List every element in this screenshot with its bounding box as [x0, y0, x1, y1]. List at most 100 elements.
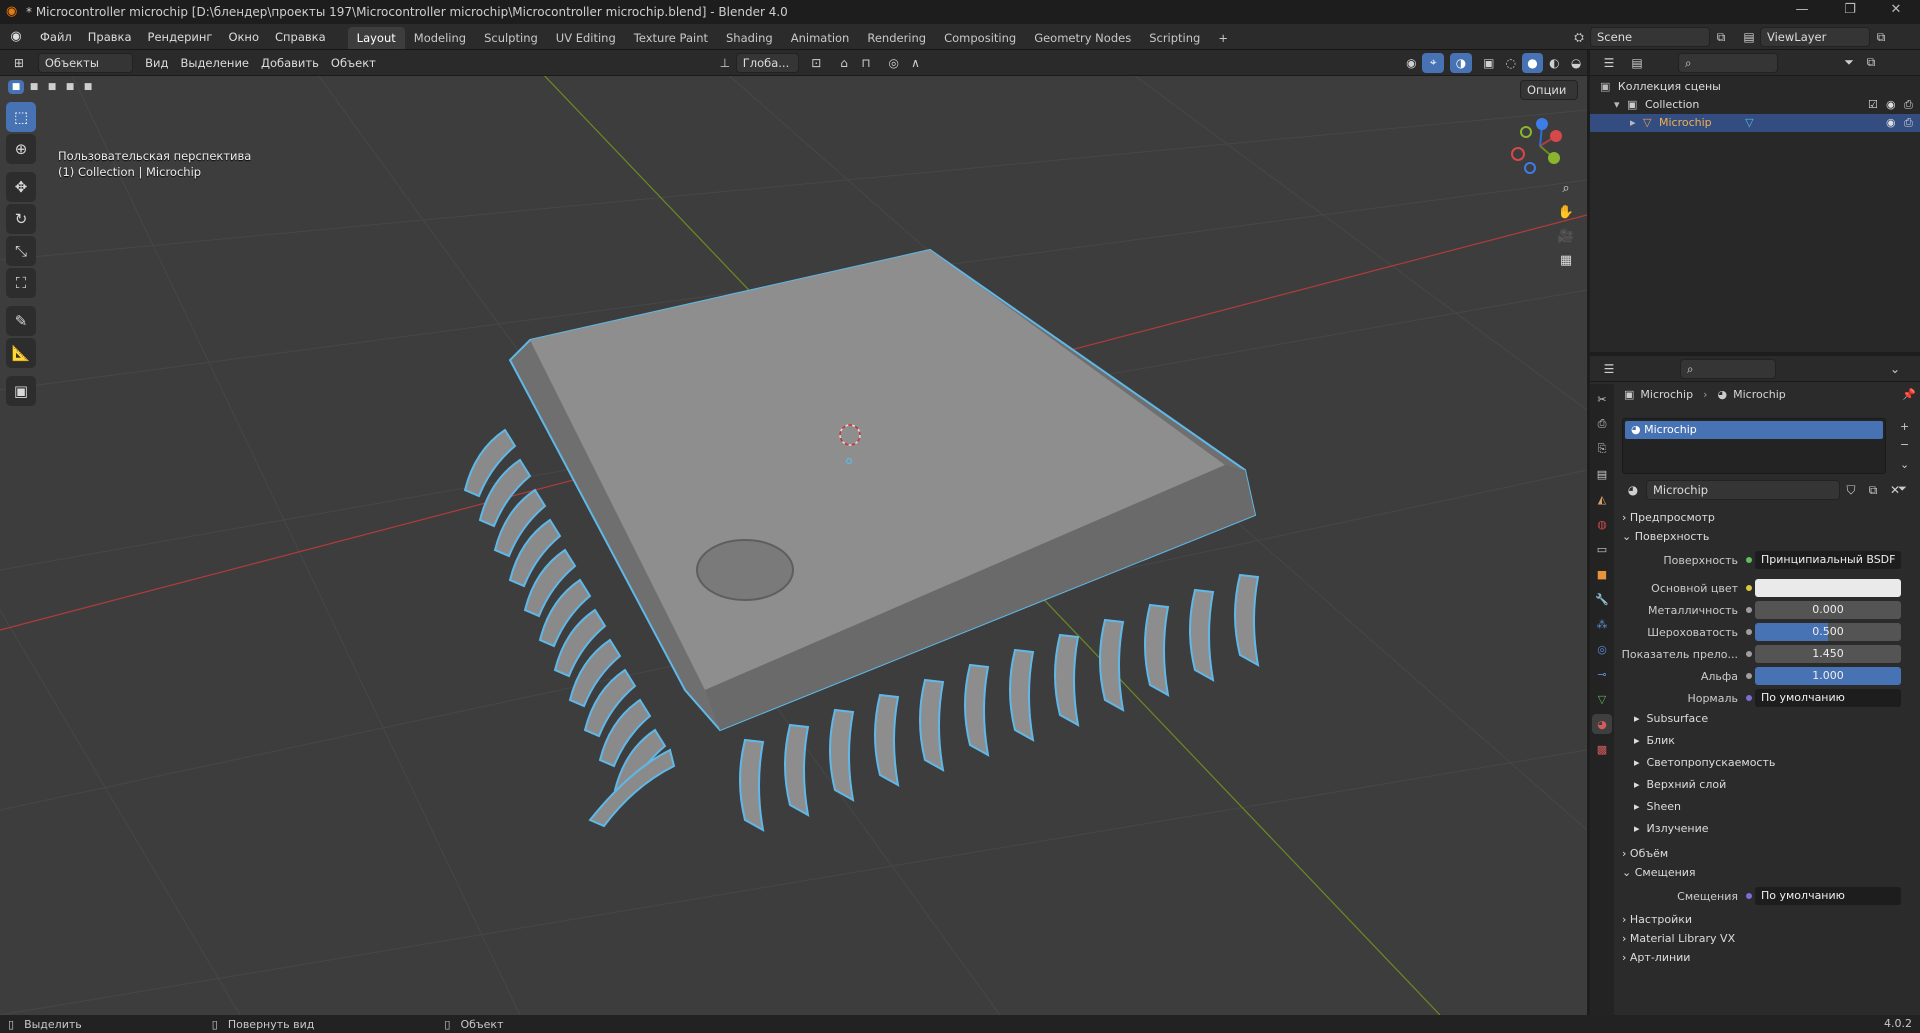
material-tab-icon[interactable]: ◕ — [1592, 714, 1612, 734]
move-tool-icon[interactable]: ✥ — [6, 172, 36, 202]
overlay-toggle-icon[interactable]: ◑ — [1450, 52, 1472, 73]
material-shading-icon[interactable]: ◐ — [1543, 53, 1565, 73]
pan-hand-icon[interactable]: ✋ — [1553, 200, 1579, 224]
tab-compositing[interactable]: Compositing — [935, 27, 1025, 49]
tab-shading[interactable]: Shading — [717, 27, 782, 49]
solid-shading-icon[interactable]: ● — [1521, 52, 1544, 73]
menu-render[interactable]: Рендеринг — [140, 24, 221, 50]
ior-field[interactable]: 1.450 — [1755, 645, 1901, 663]
menu-object[interactable]: Объект — [325, 53, 382, 73]
view-layer-icon[interactable]: ▤ — [1738, 27, 1760, 47]
section-preview[interactable]: › Предпросмотр — [1622, 508, 1715, 528]
scale-tool-icon[interactable]: ⤡ — [6, 236, 36, 266]
filter-icon[interactable]: ⏷ — [1838, 53, 1860, 73]
tab-geometry-nodes[interactable]: Geometry Nodes — [1025, 27, 1140, 49]
add-slot-icon[interactable]: + — [1900, 420, 1909, 433]
select-mode-invert-icon[interactable]: ■ — [62, 80, 78, 94]
surface-shader-selector[interactable]: Принципиальный BSDF — [1755, 551, 1901, 569]
tab-texture-paint[interactable]: Texture Paint — [625, 27, 717, 49]
outliner-search-input[interactable]: ⌕ — [1678, 52, 1778, 73]
mode-selector[interactable]: Объекты — [37, 52, 134, 73]
microchip-body[interactable] — [508, 248, 1257, 732]
falloff-icon[interactable]: ∧ — [905, 53, 927, 73]
annotate-tool-icon[interactable]: ✎ — [6, 306, 36, 336]
eye-icon[interactable]: ◉ — [1886, 96, 1896, 114]
subsection-sheen[interactable]: ▸ Sheen — [1634, 798, 1681, 816]
properties-search-input[interactable]: ⌕ — [1680, 358, 1776, 379]
section-line-art[interactable]: › Арт-линии — [1622, 948, 1690, 968]
select-mode-subtract-icon[interactable]: ■ — [44, 80, 60, 94]
browse-material-icon[interactable]: ◕ — [1622, 480, 1644, 500]
gizmo-y-icon[interactable] — [1548, 152, 1560, 164]
3d-viewport[interactable]: ⊞ Объекты Вид Выделение Добавить Объект … — [0, 50, 1587, 1015]
snap-target-icon[interactable]: ⊓ — [855, 53, 877, 73]
snap-icon[interactable]: ⌂ — [833, 53, 855, 73]
subsection-specular[interactable]: ▸ Блик — [1634, 732, 1675, 750]
gizmo-z-icon[interactable] — [1536, 118, 1548, 130]
world-tab-icon[interactable]: ◍ — [1592, 514, 1612, 534]
collapse-icon[interactable]: ⌄ — [1884, 359, 1906, 379]
editor-type-icon[interactable]: ⊞ — [8, 53, 30, 73]
close-button[interactable]: ✕ — [1874, 2, 1918, 22]
slot-menu-icon[interactable]: ⌄ — [1900, 458, 1909, 471]
pin-icon[interactable]: 📌 — [1902, 388, 1916, 401]
tab-uv-editing[interactable]: UV Editing — [547, 27, 625, 49]
mesh-data-icon[interactable]: ▽ — [1745, 116, 1753, 129]
duplicate-material-icon[interactable]: ⧉ — [1862, 480, 1884, 500]
add-workspace-button[interactable]: + — [1209, 27, 1237, 49]
tab-layout[interactable]: Layout — [347, 26, 405, 49]
data-tab-icon[interactable]: ▽ — [1592, 689, 1612, 709]
menu-select[interactable]: Выделение — [175, 53, 256, 73]
object-tab-icon[interactable]: ■ — [1592, 564, 1612, 584]
camera-view-icon[interactable]: 🎥 — [1553, 224, 1579, 248]
expand-arrow-icon[interactable]: ▾ — [1614, 98, 1620, 111]
view-layer-selector[interactable]: ViewLayer — [1760, 27, 1870, 47]
ortho-grid-icon[interactable]: ▦ — [1553, 248, 1579, 272]
tab-rendering[interactable]: Rendering — [858, 27, 935, 49]
outliner-object-microchip[interactable]: ▸ ▽ Microchip ▽ ◉ ⎙ — [1590, 114, 1920, 132]
gizmo-x-icon[interactable] — [1550, 130, 1562, 142]
base-color-swatch[interactable] — [1755, 579, 1901, 597]
select-mode-extend-icon[interactable]: ■ — [26, 80, 42, 94]
section-surface[interactable]: ⌄ Поверхность — [1622, 527, 1709, 547]
transform-orientation-selector[interactable]: Глоба... — [735, 52, 800, 73]
material-slot-list[interactable]: ◕ Microchip — [1622, 418, 1886, 474]
menu-edit[interactable]: Правка — [80, 24, 140, 50]
section-settings[interactable]: › Настройки — [1622, 910, 1692, 930]
expand-arrow-icon[interactable]: ▸ — [1630, 116, 1636, 129]
wireframe-shading-icon[interactable]: ◌ — [1500, 53, 1522, 73]
display-mode-icon[interactable]: ▤ — [1626, 53, 1648, 73]
texture-tab-icon[interactable]: ▩ — [1592, 739, 1612, 759]
transform-tool-icon[interactable]: ⛶ — [6, 268, 36, 298]
rendered-shading-icon[interactable]: ◒ — [1565, 53, 1587, 73]
tab-modeling[interactable]: Modeling — [405, 27, 475, 49]
collection-tab-icon[interactable]: ▭ — [1592, 539, 1612, 559]
outliner-editor-icon[interactable]: ☰ — [1598, 53, 1620, 73]
scene-tab-icon[interactable]: ◭ — [1592, 489, 1612, 509]
scene-selector[interactable]: Scene — [1590, 27, 1710, 47]
material-slot-item[interactable]: ◕ Microchip — [1625, 421, 1883, 439]
constraints-tab-icon[interactable]: ⊸ — [1592, 664, 1612, 684]
select-box-tool-icon[interactable]: ⬚ — [6, 102, 36, 132]
new-scene-icon[interactable]: ⧉ — [1710, 27, 1732, 47]
viewport-scene[interactable] — [0, 50, 1587, 1015]
output-tab-icon[interactable]: ⎘ — [1592, 439, 1612, 459]
subsection-emission[interactable]: ▸ Излучение — [1634, 820, 1709, 838]
eye-icon[interactable]: ◉ — [1886, 114, 1896, 132]
tool-tab-icon[interactable]: ✂ — [1592, 389, 1612, 409]
select-mode-intersect-icon[interactable]: ■ — [80, 80, 96, 94]
render-tab-icon[interactable]: ⎙ — [1592, 414, 1612, 434]
scene-icon[interactable]: ⛭ — [1568, 27, 1590, 47]
transform-orientation-icon[interactable]: ⊥ — [714, 53, 736, 73]
navigation-gizmo[interactable] — [1500, 108, 1580, 178]
tab-animation[interactable]: Animation — [782, 27, 859, 49]
menu-file[interactable]: Файл — [32, 24, 80, 50]
cursor-tool-icon[interactable]: ⊕ — [6, 134, 36, 164]
camera-icon[interactable]: ⎙ — [1904, 114, 1913, 132]
checkbox-icon[interactable]: ☑ — [1868, 96, 1878, 114]
normal-selector[interactable]: По умолчанию — [1755, 689, 1901, 707]
menu-add[interactable]: Добавить — [255, 53, 325, 73]
menu-help[interactable]: Справка — [267, 24, 334, 50]
section-volume[interactable]: › Объём — [1622, 844, 1668, 864]
alpha-field[interactable]: 1.000 — [1755, 667, 1901, 685]
